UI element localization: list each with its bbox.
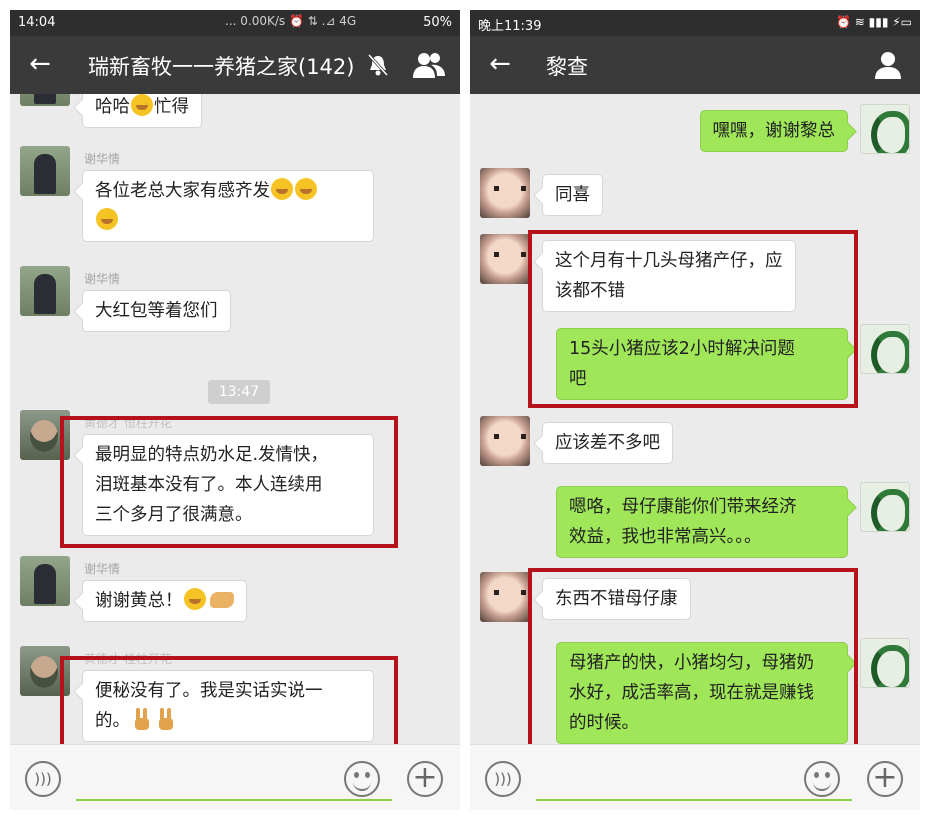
highlight-box — [528, 230, 858, 408]
avatar[interactable] — [20, 94, 70, 106]
avatar[interactable] — [20, 556, 70, 606]
avatar[interactable] — [480, 416, 530, 466]
sender-name: 谢华情 — [84, 272, 121, 286]
message-list[interactable]: 哈哈 忙得 谢华情 各位老总大家有感齐发 谢华情 大红包等着您们 13:47 黄德… — [10, 94, 460, 744]
avatar[interactable] — [860, 104, 910, 154]
highlight-box — [60, 656, 398, 744]
avatar[interactable] — [480, 234, 530, 284]
plus-icon[interactable]: + — [867, 761, 903, 797]
emoji-icon[interactable] — [344, 761, 380, 797]
grin-emoji-icon — [131, 94, 153, 116]
person-icon[interactable] — [874, 50, 902, 80]
avatar[interactable] — [480, 572, 530, 622]
network-status: ... 0.00K/s ⏰ ⇅ .⊿ 4G — [225, 14, 357, 28]
avatar[interactable] — [20, 146, 70, 196]
sender-name: 谢华情 — [84, 152, 121, 166]
chat-header: ← 黎查 — [470, 36, 920, 94]
message-bubble[interactable]: 嘿嘿，谢谢黎总 — [699, 110, 848, 152]
message-bubble[interactable]: 嗯咯，母仔康能你们带来经济 效益，我也非常高兴。。。 — [556, 486, 848, 558]
status-time: 14:04 — [18, 15, 56, 30]
timestamp-divider: 13:47 — [208, 380, 270, 404]
chat-header: ← 瑞新畜牧一一养猪之家(142) — [10, 36, 460, 94]
input-bar: ))) + — [10, 744, 460, 810]
message-input[interactable] — [76, 799, 392, 801]
smile-emoji-icon — [183, 588, 206, 610]
plus-icon[interactable]: + — [407, 761, 443, 797]
message-input[interactable] — [536, 799, 852, 801]
handshake-icon — [209, 592, 234, 608]
grin-emoji-icon — [295, 178, 317, 200]
group-chat-title: 瑞新畜牧一一养猪之家(142) — [88, 55, 355, 79]
input-bar: ))) + — [470, 744, 920, 810]
message-bubble[interactable]: 大红包等着您们 — [82, 290, 231, 332]
grin-emoji-icon — [96, 208, 118, 230]
avatar[interactable] — [480, 168, 530, 218]
voice-icon[interactable]: ))) — [485, 761, 521, 797]
voice-icon[interactable]: ))) — [25, 761, 61, 797]
emoji-icon[interactable] — [804, 761, 840, 797]
status-bar: 14:04 ... 0.00K/s ⏰ ⇅ .⊿ 4G 50% — [10, 10, 460, 36]
avatar[interactable] — [860, 482, 910, 532]
avatar[interactable] — [860, 324, 910, 374]
left-phone-screen: 14:04 ... 0.00K/s ⏰ ⇅ .⊿ 4G 50% ← 瑞新畜牧一一… — [10, 10, 460, 810]
mute-bell-icon — [367, 53, 389, 77]
message-bubble[interactable]: 同喜 — [542, 174, 603, 216]
message-bubble[interactable]: 谢谢黄总！ — [82, 580, 247, 622]
right-phone-screen: 晚上11:39 ⏰ ≋ ▮▮▮ ⚡▭ ← 黎查 嘿嘿，谢谢黎总 同喜 这个月有十… — [470, 10, 920, 810]
status-time: 晚上11:39 — [478, 19, 542, 34]
back-arrow-icon[interactable]: ← — [24, 48, 56, 80]
message-list[interactable]: 嘿嘿，谢谢黎总 同喜 这个月有十几头母猪产仔，应 该都不错 15头小猪应该2小时解… — [470, 94, 920, 744]
avatar[interactable] — [860, 638, 910, 688]
group-members-icon[interactable] — [412, 50, 446, 80]
message-bubble[interactable]: 各位老总大家有感齐发 — [82, 170, 374, 242]
status-bar: 晚上11:39 ⏰ ≋ ▮▮▮ ⚡▭ — [470, 10, 920, 36]
message-bubble[interactable]: 应该差不多吧 — [542, 422, 673, 464]
signal-battery-icon: ⏰ ≋ ▮▮▮ ⚡▭ — [835, 15, 912, 29]
battery-level: 50% — [423, 15, 452, 30]
highlight-box — [528, 568, 858, 744]
message-bubble[interactable]: 哈哈 忙得 — [82, 94, 202, 128]
sender-name: 谢华情 — [84, 562, 121, 576]
contact-name: 黎查 — [546, 55, 588, 79]
grin-emoji-icon — [271, 178, 293, 200]
highlight-box — [60, 416, 398, 548]
avatar[interactable] — [20, 266, 70, 316]
back-arrow-icon[interactable]: ← — [484, 48, 516, 80]
